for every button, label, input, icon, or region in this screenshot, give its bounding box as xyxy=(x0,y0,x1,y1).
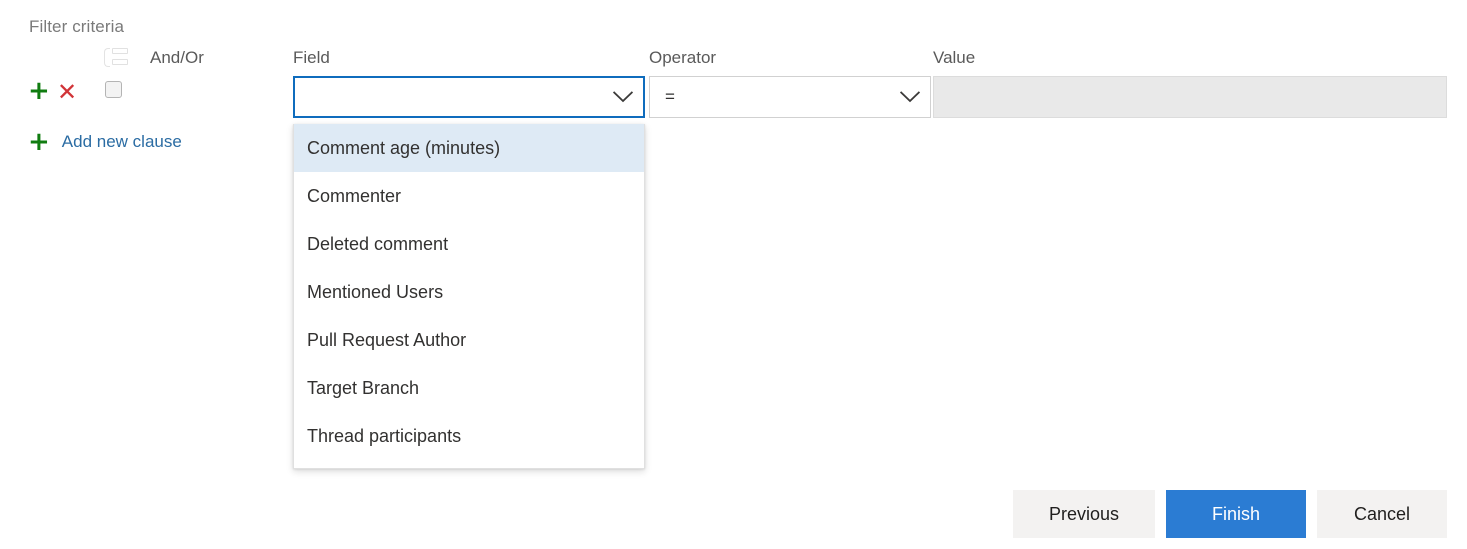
group-brace-shape xyxy=(104,48,110,67)
dropdown-option[interactable]: Mentioned Users xyxy=(294,268,644,316)
clause-group-checkbox[interactable] xyxy=(105,81,122,98)
dialog-footer: Previous Finish Cancel xyxy=(0,490,1467,540)
remove-clause-icon[interactable]: ✕ xyxy=(57,79,77,105)
operator-combobox-value: = xyxy=(665,87,675,106)
dropdown-option[interactable]: Target Branch xyxy=(294,364,644,412)
column-header-and-or: And/Or xyxy=(150,48,204,67)
add-new-clause-button[interactable]: + Add new clause xyxy=(28,128,182,156)
cancel-button[interactable]: Cancel xyxy=(1317,490,1447,538)
finish-button[interactable]: Finish xyxy=(1166,490,1306,538)
column-header-field: Field xyxy=(293,48,330,67)
value-input xyxy=(933,76,1447,118)
dropdown-option[interactable]: Thread participants xyxy=(294,412,644,460)
dropdown-option[interactable]: Comment age (minutes) xyxy=(294,124,644,172)
group-clauses-icon xyxy=(104,47,128,67)
plus-icon: + xyxy=(28,127,50,157)
field-combobox[interactable] xyxy=(293,76,645,118)
clause-row-actions: + ✕ xyxy=(0,76,290,110)
dropdown-option[interactable]: Commenter xyxy=(294,172,644,220)
dropdown-option[interactable]: Pull Request Author xyxy=(294,316,644,364)
field-dropdown-list: Comment age (minutes) Commenter Deleted … xyxy=(293,124,645,469)
add-clause-icon[interactable]: + xyxy=(28,78,50,104)
add-new-clause-label: Add new clause xyxy=(61,132,182,151)
page-title: Filter criteria xyxy=(29,17,125,36)
chevron-down-icon[interactable] xyxy=(603,91,643,103)
operator-combobox[interactable]: = xyxy=(649,76,931,118)
group-bar-shape xyxy=(112,48,128,54)
column-header-operator: Operator xyxy=(649,48,717,67)
column-header-value: Value xyxy=(933,48,976,67)
previous-button[interactable]: Previous xyxy=(1013,490,1155,538)
chevron-down-icon[interactable] xyxy=(890,91,930,103)
dropdown-option[interactable]: Deleted comment xyxy=(294,220,644,268)
group-bar-shape xyxy=(112,59,128,65)
